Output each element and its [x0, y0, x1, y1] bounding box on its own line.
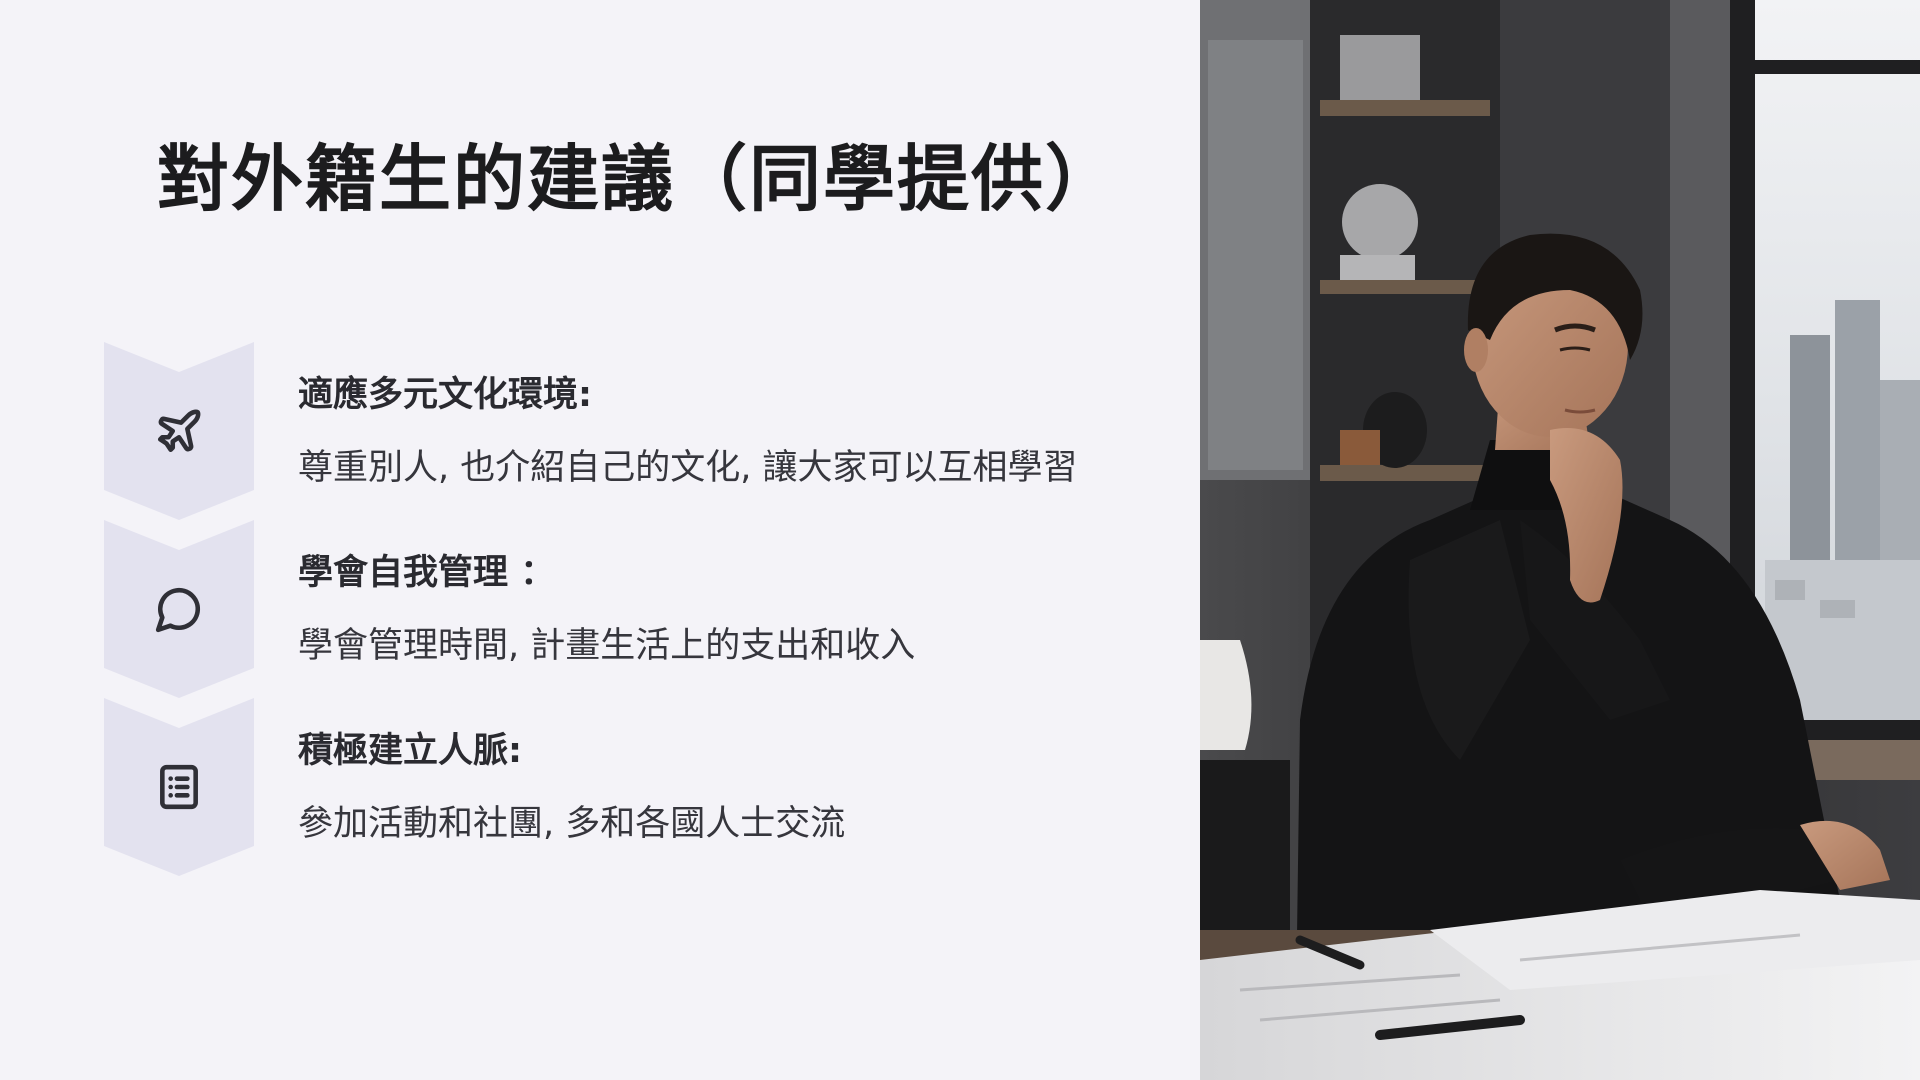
advice-item-1: 適應多元文化環境: 尊重別人, 也介紹自己的文化, 讓大家可以互相學習	[298, 378, 1158, 486]
advice-heading-3: 積極建立人脈:	[298, 731, 522, 771]
advice-item-3: 積極建立人脈: 參加活動和社團, 多和各國人士交流	[298, 734, 1158, 842]
photo-panel	[1200, 0, 1920, 1080]
advice-body-1: 尊重別人, 也介紹自己的文化, 讓大家可以互相學習	[298, 448, 1078, 488]
slide: 對外籍生的建議（同學提供） 適應多元文化環境: 尊重別人, 也介紹自己的文化, …	[0, 0, 1920, 1080]
step-chevron-1	[104, 342, 254, 520]
advice-item-2: 學會自我管理 ： 學會管理時間, 計畫生活上的支出和收入	[298, 556, 1158, 664]
advice-body-3: 參加活動和社團, 多和各國人士交流	[298, 804, 846, 844]
advice-body-2: 學會管理時間, 計畫生活上的支出和收入	[298, 626, 916, 666]
step-chevron-2	[104, 520, 254, 698]
list-icon	[154, 762, 204, 812]
advice-heading-1: 適應多元文化環境:	[298, 375, 592, 415]
content-panel: 對外籍生的建議（同學提供） 適應多元文化環境: 尊重別人, 也介紹自己的文化, …	[0, 0, 1200, 1080]
thinking-man-photo	[1200, 0, 1920, 1080]
advice-heading-2: 學會自我管理 ：	[298, 553, 556, 593]
page-title: 對外籍生的建議（同學提供）	[157, 137, 1120, 221]
step-chevron-3	[104, 698, 254, 876]
airplane-icon	[154, 406, 204, 456]
chat-bubble-icon	[154, 584, 204, 634]
